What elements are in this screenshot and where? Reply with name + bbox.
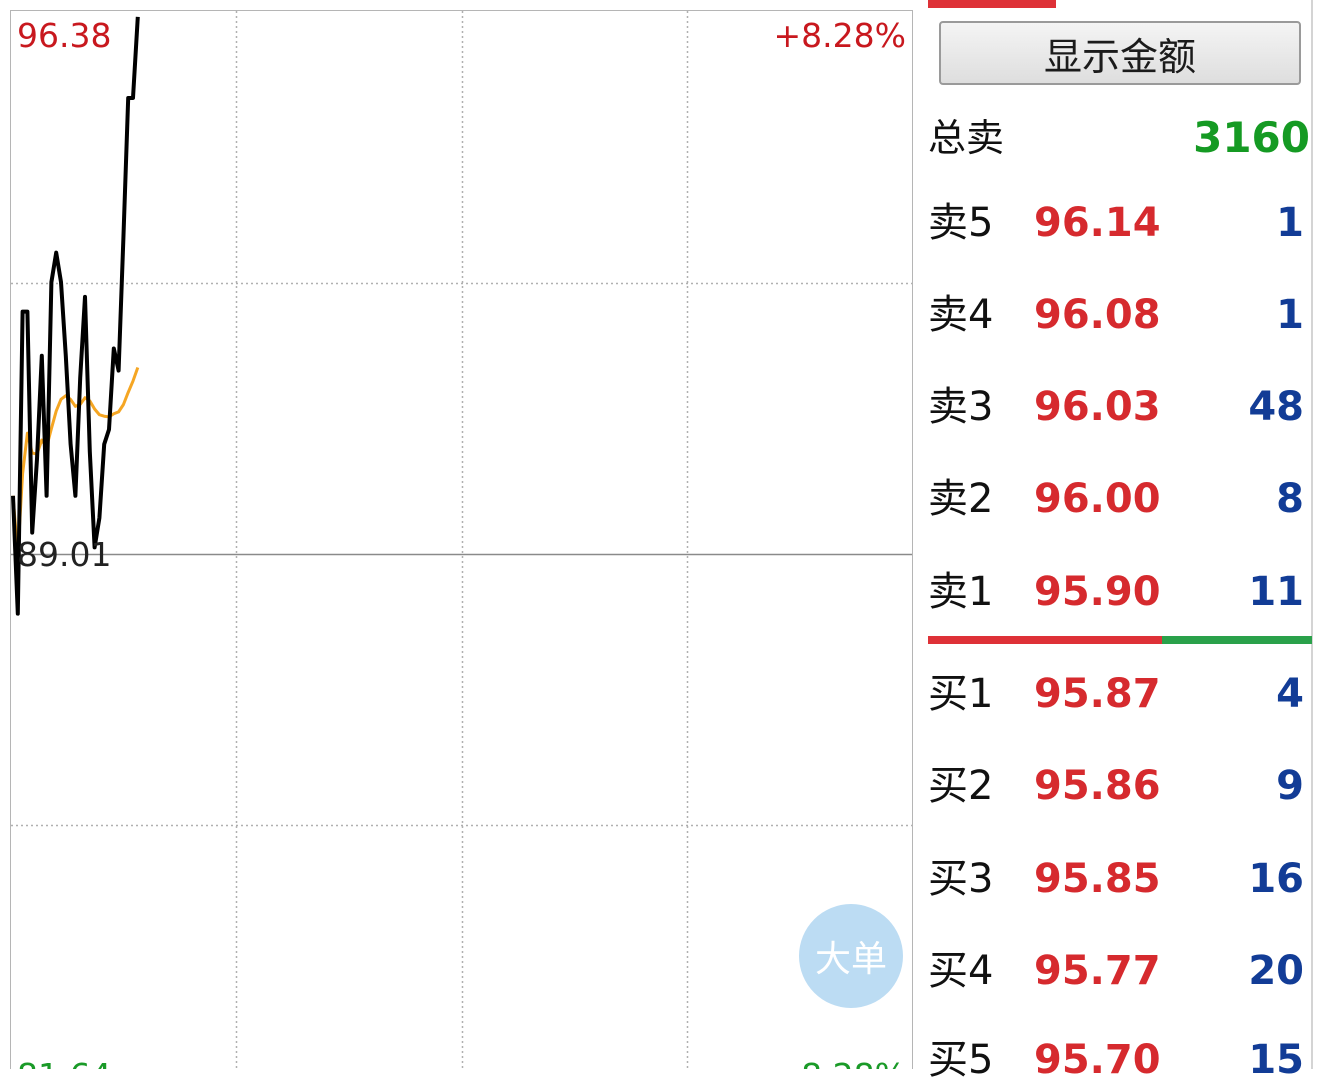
- low-percent-label: -8.28%: [789, 1059, 906, 1069]
- sell-row-1[interactable]: 卖1 95.90 11: [928, 562, 1310, 622]
- intraday-chart[interactable]: 96.38 +8.28% 89.01 81.64 -8.28% 大单: [10, 10, 913, 1069]
- sell-price: 95.90: [1034, 569, 1161, 615]
- buy-row-4[interactable]: 买4 95.77 20: [928, 941, 1310, 1001]
- sell-level-label: 卖5: [928, 200, 994, 246]
- buy-volume: 9: [1276, 763, 1304, 809]
- sell-volume: 48: [1248, 384, 1304, 430]
- buy-row-3[interactable]: 买3 95.85 16: [928, 849, 1310, 909]
- sell-volume: 1: [1276, 292, 1304, 338]
- high-price-label: 96.38: [17, 16, 112, 55]
- sell-price: 96.00: [1034, 476, 1161, 522]
- total-sell-row: 总卖 3160: [928, 112, 1310, 164]
- buy-row-2[interactable]: 买2 95.86 9: [928, 756, 1310, 816]
- active-tab-indicator: [928, 0, 1056, 8]
- sell-level-label: 卖3: [928, 384, 994, 430]
- buy-ratio-segment: [928, 636, 1163, 644]
- low-price-label: 81.64: [17, 1059, 111, 1069]
- chart-canvas: [11, 11, 912, 1069]
- order-book: 显示金额 总卖 3160 卖5 96.14 1 卖4 96.08 1 卖3 96…: [928, 0, 1320, 1083]
- sell-volume: 11: [1248, 569, 1304, 615]
- sell-row-2[interactable]: 卖2 96.00 8: [928, 469, 1310, 529]
- buy-volume: 16: [1248, 856, 1304, 902]
- buy-level-label: 买4: [928, 948, 994, 994]
- buy-price: 95.70: [1034, 1037, 1161, 1083]
- buy-sell-ratio-bar: [928, 636, 1312, 644]
- buy-price: 95.85: [1034, 856, 1161, 902]
- buy-volume: 4: [1276, 671, 1304, 717]
- sell-price: 96.03: [1034, 384, 1161, 430]
- total-sell-label: 总卖: [928, 116, 1005, 160]
- sell-price: 96.14: [1034, 200, 1161, 246]
- sell-row-5[interactable]: 卖5 96.14 1: [928, 193, 1310, 253]
- buy-price: 95.86: [1034, 763, 1161, 809]
- book-border: [1311, 0, 1313, 1069]
- buy-level-label: 买1: [928, 671, 994, 717]
- sell-row-3[interactable]: 卖3 96.03 48: [928, 377, 1310, 437]
- buy-level-label: 买5: [928, 1037, 994, 1083]
- sell-ratio-segment: [1162, 636, 1312, 644]
- buy-volume: 20: [1248, 948, 1304, 994]
- total-sell-value: 3160: [1193, 113, 1310, 162]
- big-order-button[interactable]: 大单: [799, 904, 903, 1008]
- sell-volume: 8: [1276, 476, 1304, 522]
- sell-level-label: 卖4: [928, 292, 994, 338]
- buy-row-5[interactable]: 买5 95.70 15: [928, 1030, 1310, 1090]
- buy-price: 95.77: [1034, 948, 1161, 994]
- show-amount-button[interactable]: 显示金额: [939, 21, 1301, 85]
- base-price-label: 89.01: [17, 535, 112, 574]
- buy-price: 95.87: [1034, 671, 1161, 717]
- buy-volume: 15: [1248, 1037, 1304, 1083]
- price-line: [11, 16, 140, 616]
- buy-level-label: 买3: [928, 856, 994, 902]
- sell-volume: 1: [1276, 200, 1304, 246]
- sell-row-4[interactable]: 卖4 96.08 1: [928, 285, 1310, 345]
- sell-level-label: 卖2: [928, 476, 994, 522]
- sell-level-label: 卖1: [928, 569, 994, 615]
- buy-row-1[interactable]: 买1 95.87 4: [928, 664, 1310, 724]
- sell-price: 96.08: [1034, 292, 1161, 338]
- buy-level-label: 买2: [928, 763, 994, 809]
- high-percent-label: +8.28%: [773, 16, 906, 55]
